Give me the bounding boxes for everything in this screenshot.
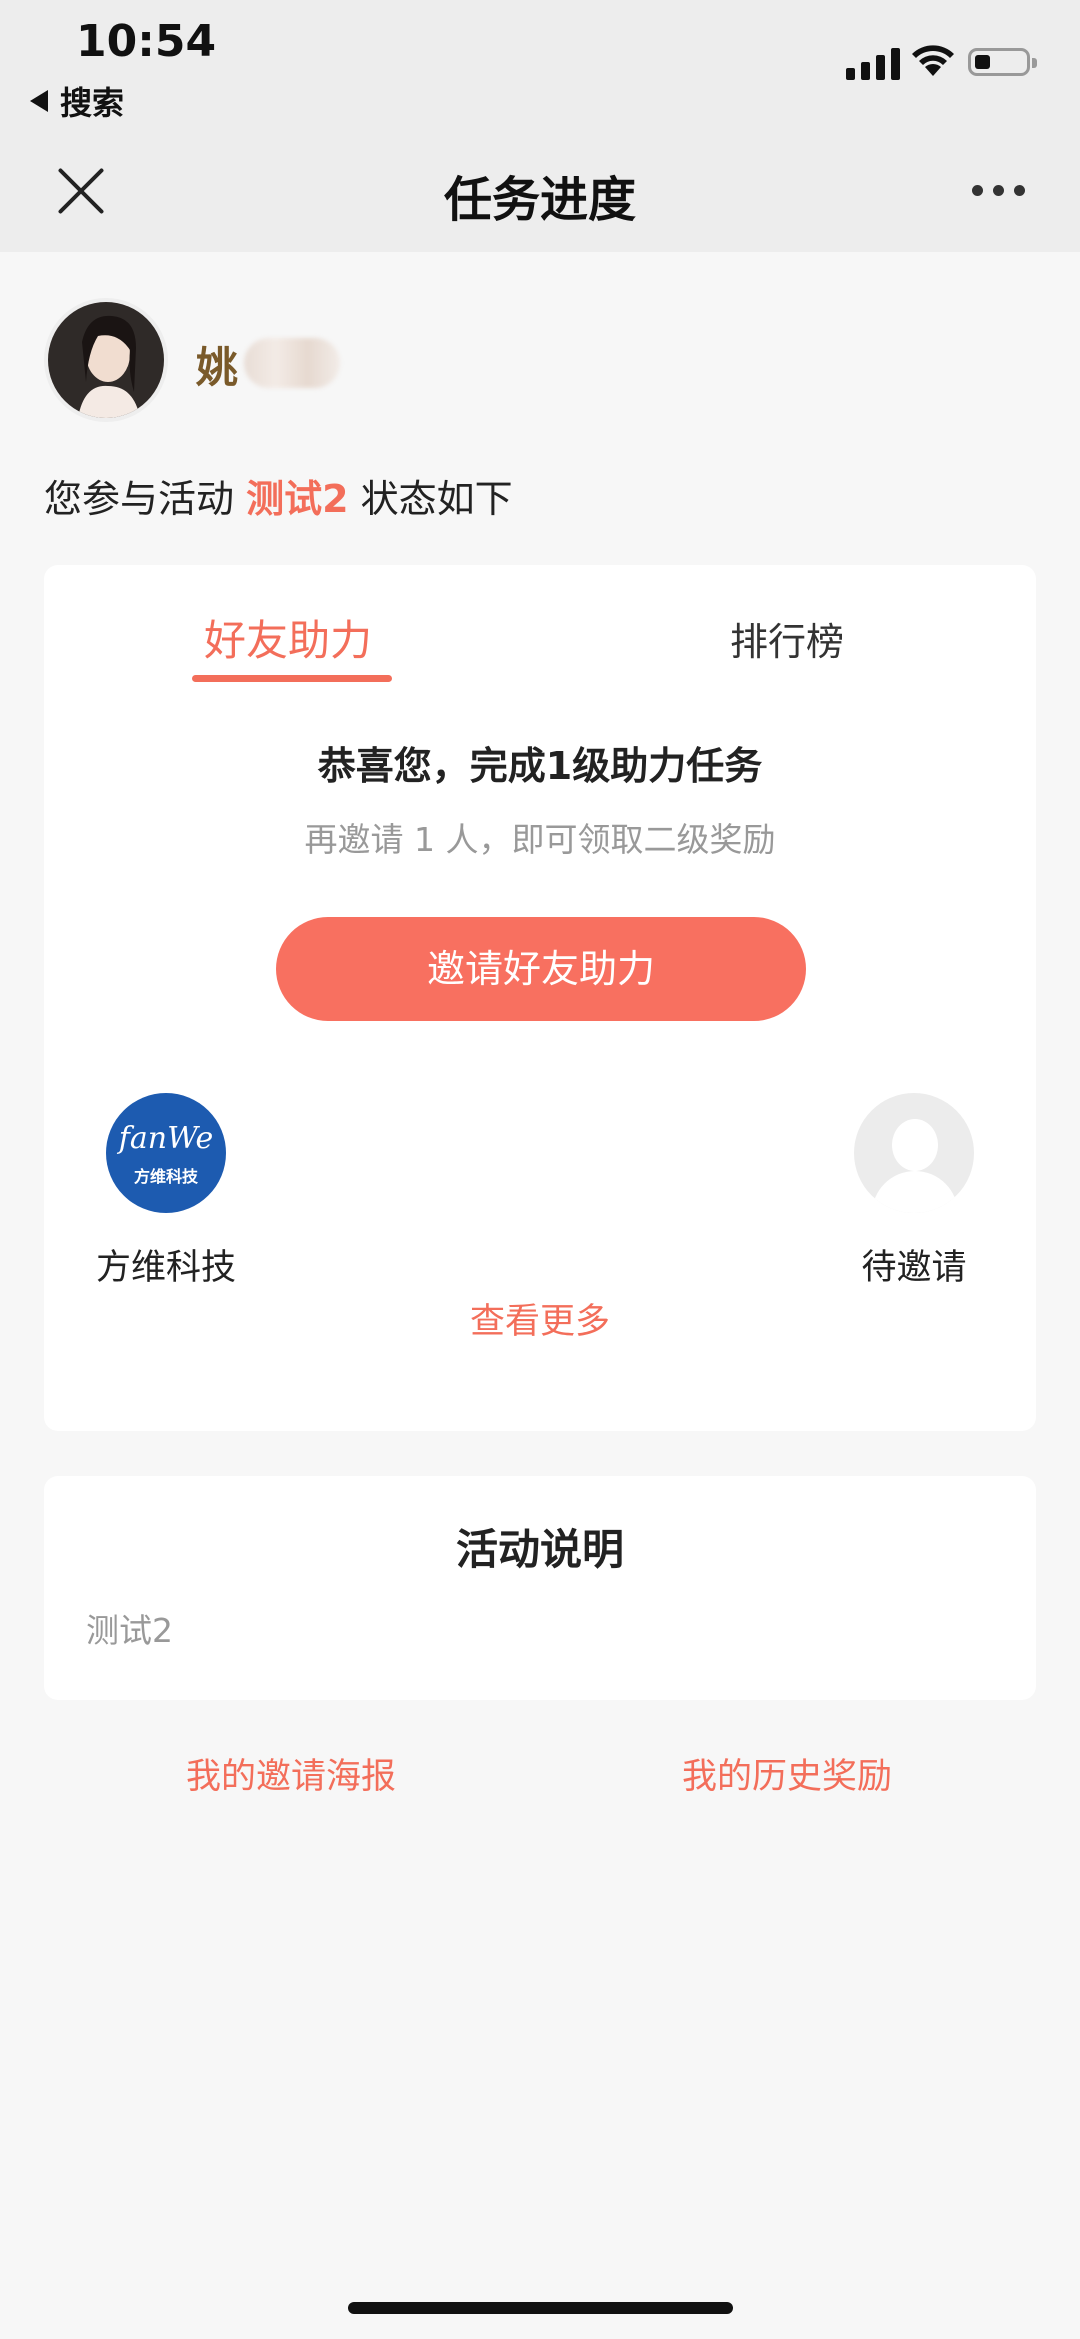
wifi-icon: [912, 45, 954, 76]
congrats-text: 恭喜您，完成1级助力任务: [317, 744, 763, 788]
back-app-label: 搜索: [60, 84, 125, 122]
more-dots-icon[interactable]: [972, 185, 1025, 196]
tab-friend-help[interactable]: 好友助力: [204, 607, 372, 668]
back-to-app-link[interactable]: 搜索: [30, 78, 124, 124]
see-more-link[interactable]: 查看更多: [44, 1293, 1036, 1344]
friend-avatar-fanwe-logo: fanWe 方维科技: [106, 1093, 226, 1213]
status-time: 10:54: [76, 16, 217, 67]
activity-intro: 您参与活动 测试2 状态如下: [44, 468, 513, 523]
task-progress-card: 好友助力 排行榜 恭喜您，完成1级助力任务 再邀请 1 人，即可领取二级奖励 邀…: [44, 565, 1036, 1431]
battery-icon: [968, 48, 1037, 76]
intro-suffix: 状态如下: [360, 477, 513, 521]
active-tab-indicator: [192, 675, 392, 682]
pending-label: 待邀请: [861, 1248, 967, 1288]
reward-hint: 再邀请 1 人，即可领取二级奖励: [304, 820, 776, 859]
my-invite-poster-link[interactable]: 我的邀请海报: [186, 1748, 396, 1799]
activity-description-card: 活动说明 测试2: [44, 1476, 1036, 1700]
tab-leaderboard[interactable]: 排行榜: [730, 611, 844, 666]
pending-invite-slot[interactable]: 待邀请: [824, 1093, 1004, 1290]
top-bar: 10:54 搜索 任务进度: [0, 0, 1080, 252]
back-triangle-icon: [30, 90, 48, 112]
invite-friends-button[interactable]: 邀请好友助力: [276, 917, 806, 1021]
home-indicator[interactable]: [348, 2302, 733, 2314]
activity-name: 测试2: [246, 477, 349, 521]
description-title: 活动说明: [455, 1525, 624, 1574]
intro-prefix: 您参与活动: [44, 477, 235, 521]
user-name: 姚: [196, 343, 239, 392]
default-avatar-icon: [854, 1093, 974, 1213]
user-avatar: [44, 298, 168, 422]
cellular-signal-icon: [846, 46, 900, 80]
friend-item: fanWe 方维科技 方维科技: [76, 1093, 256, 1290]
friend-name: 方维科技: [95, 1248, 236, 1288]
page-title: 任务进度: [443, 172, 636, 228]
description-body: 测试2: [86, 1611, 173, 1650]
name-blur-mask: [244, 338, 340, 388]
my-reward-history-link[interactable]: 我的历史奖励: [682, 1748, 892, 1799]
